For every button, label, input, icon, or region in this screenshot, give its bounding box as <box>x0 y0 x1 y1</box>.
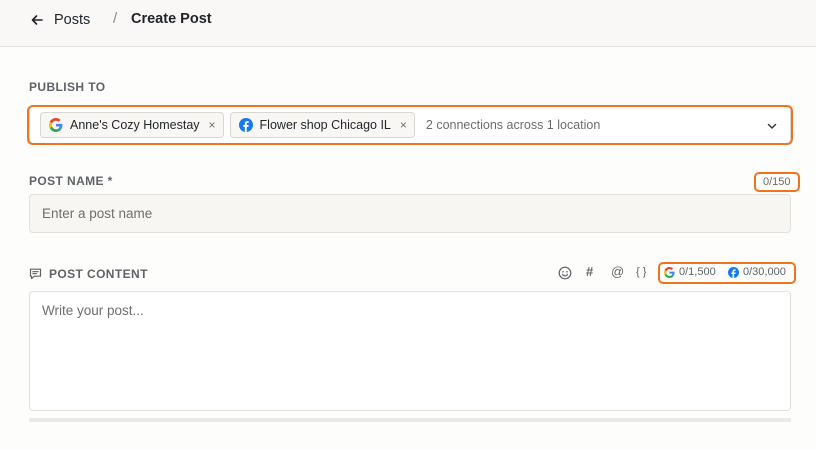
connection-chip: Flower shop Chicago IL × <box>229 112 415 138</box>
top-bar: Posts / Create Post <box>0 0 816 47</box>
back-link-label: Posts <box>54 12 91 28</box>
page-title: Create Post <box>131 11 212 27</box>
facebook-char-count: 0/30,000 <box>743 266 786 278</box>
google-icon <box>49 118 63 132</box>
facebook-icon <box>238 118 253 132</box>
connections-summary: 2 connections across 1 location <box>425 118 601 132</box>
content-footer-bar <box>29 418 791 422</box>
breadcrumb-separator: / <box>113 10 118 27</box>
chevron-down-icon[interactable] <box>766 120 778 132</box>
facebook-icon <box>728 266 739 278</box>
post-name-label: POST NAME * <box>29 174 113 188</box>
connection-chip: Anne's Cozy Homestay × <box>40 112 224 138</box>
post-content-label: POST CONTENT <box>49 267 148 281</box>
remove-connection-button[interactable]: × <box>400 118 407 132</box>
back-to-posts-link[interactable]: Posts <box>30 10 90 30</box>
hashtag-button[interactable]: # <box>586 264 593 279</box>
message-icon <box>29 268 42 280</box>
remove-connection-button[interactable]: × <box>209 118 216 132</box>
google-char-count: 0/1,500 <box>679 266 716 278</box>
post-name-input[interactable] <box>29 194 791 233</box>
arrow-left-icon <box>31 15 43 25</box>
google-char-limit: 0/1,500 <box>664 266 716 278</box>
publish-to-label: PUBLISH TO <box>29 80 106 94</box>
facebook-char-limit: 0/30,000 <box>728 266 786 278</box>
google-icon <box>664 266 675 278</box>
variable-button[interactable]: { } <box>636 266 646 278</box>
post-name-counter: 0/150 <box>763 176 791 188</box>
connection-name: Anne's Cozy Homestay <box>70 118 200 132</box>
connection-name: Flower shop Chicago IL <box>259 118 391 132</box>
emoji-icon[interactable] <box>558 266 572 280</box>
post-content-textarea[interactable] <box>29 291 791 411</box>
publish-to-select[interactable]: Anne's Cozy Homestay × Flower shop Chica… <box>29 106 791 144</box>
mention-button[interactable]: @ <box>611 264 624 279</box>
